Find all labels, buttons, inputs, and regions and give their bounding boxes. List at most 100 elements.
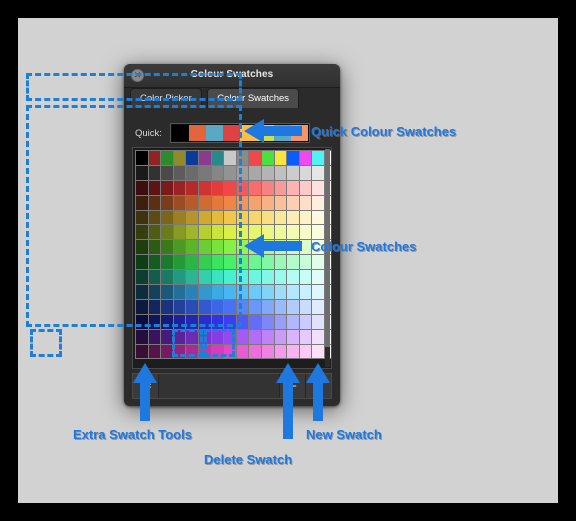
swatch-cell-11-7[interactable] bbox=[224, 314, 236, 329]
swatch-cell-0-4[interactable] bbox=[186, 151, 198, 165]
swatch-cell-6-4[interactable] bbox=[186, 240, 198, 255]
swatch-cell-10-0[interactable] bbox=[136, 299, 148, 314]
swatch-cell-5-3[interactable] bbox=[173, 225, 186, 240]
swatch-cell-12-10[interactable] bbox=[261, 329, 274, 344]
quick-swatch-0[interactable] bbox=[172, 125, 189, 141]
swatch-cell-7-6[interactable] bbox=[211, 255, 224, 270]
swatch-cell-9-14[interactable] bbox=[312, 285, 324, 299]
swatch-cell-9-1[interactable] bbox=[148, 285, 161, 299]
swatch-cell-10-4[interactable] bbox=[186, 299, 198, 314]
swatch-cell-9-13[interactable] bbox=[299, 285, 312, 299]
swatch-cell-13-2[interactable] bbox=[161, 344, 173, 359]
swatch-cell-1-9[interactable] bbox=[249, 165, 261, 180]
swatch-cell-9-2[interactable] bbox=[161, 285, 173, 299]
swatch-cell-12-4[interactable] bbox=[186, 329, 198, 344]
swatch-cell-9-12[interactable] bbox=[287, 285, 299, 299]
swatch-cell-11-14[interactable] bbox=[312, 314, 324, 329]
swatch-cell-7-1[interactable] bbox=[148, 255, 161, 270]
swatch-cell-13-13[interactable] bbox=[299, 344, 312, 359]
swatch-cell-8-10[interactable] bbox=[261, 270, 274, 285]
swatch-cell-11-13[interactable] bbox=[299, 314, 312, 329]
swatch-cell-1-5[interactable] bbox=[198, 165, 211, 180]
swatch-cell-10-14[interactable] bbox=[312, 299, 324, 314]
swatch-cell-4-9[interactable] bbox=[249, 210, 261, 225]
swatch-cell-8-14[interactable] bbox=[312, 270, 324, 285]
swatch-cell-9-3[interactable] bbox=[173, 285, 186, 299]
swatch-cell-12-7[interactable] bbox=[224, 329, 236, 344]
swatch-cell-1-13[interactable] bbox=[299, 165, 312, 180]
swatch-cell-9-5[interactable] bbox=[198, 285, 211, 299]
swatch-cell-12-2[interactable] bbox=[161, 329, 173, 344]
swatch-cell-2-3[interactable] bbox=[173, 180, 186, 195]
quick-swatch-2[interactable] bbox=[206, 125, 223, 141]
quick-swatch-3[interactable] bbox=[223, 125, 240, 141]
swatch-cell-3-11[interactable] bbox=[274, 195, 287, 210]
swatch-cell-0-1[interactable] bbox=[148, 151, 161, 165]
swatch-cell-13-12[interactable] bbox=[287, 344, 299, 359]
swatch-cell-10-5[interactable] bbox=[198, 299, 211, 314]
swatch-cell-2-1[interactable] bbox=[148, 180, 161, 195]
quick-swatch-1[interactable] bbox=[189, 125, 206, 141]
swatch-cell-12-5[interactable] bbox=[198, 329, 211, 344]
swatch-cell-10-13[interactable] bbox=[299, 299, 312, 314]
swatch-cell-8-1[interactable] bbox=[148, 270, 161, 285]
swatch-cell-2-7[interactable] bbox=[224, 180, 236, 195]
swatch-cell-4-5[interactable] bbox=[198, 210, 211, 225]
swatch-cell-8-2[interactable] bbox=[161, 270, 173, 285]
swatch-cell-7-4[interactable] bbox=[186, 255, 198, 270]
swatch-cell-4-10[interactable] bbox=[261, 210, 274, 225]
swatch-cell-2-8[interactable] bbox=[236, 180, 249, 195]
swatch-cell-6-2[interactable] bbox=[161, 240, 173, 255]
swatch-cell-8-13[interactable] bbox=[299, 270, 312, 285]
swatch-cell-4-1[interactable] bbox=[148, 210, 161, 225]
swatch-cell-12-0[interactable] bbox=[136, 329, 148, 344]
swatch-cell-13-14[interactable] bbox=[312, 344, 324, 359]
swatch-cell-4-14[interactable] bbox=[312, 210, 324, 225]
swatch-cell-7-5[interactable] bbox=[198, 255, 211, 270]
swatch-cell-11-1[interactable] bbox=[148, 314, 161, 329]
swatch-cell-8-0[interactable] bbox=[136, 270, 148, 285]
swatch-cell-10-8[interactable] bbox=[236, 299, 249, 314]
swatch-cell-13-3[interactable] bbox=[173, 344, 186, 359]
swatch-cell-6-5[interactable] bbox=[198, 240, 211, 255]
swatch-cell-1-4[interactable] bbox=[186, 165, 198, 180]
swatch-cell-13-10[interactable] bbox=[261, 344, 274, 359]
swatch-cell-11-9[interactable] bbox=[249, 314, 261, 329]
swatch-cell-1-7[interactable] bbox=[224, 165, 236, 180]
swatch-cell-1-6[interactable] bbox=[211, 165, 224, 180]
swatch-cell-12-14[interactable] bbox=[312, 329, 324, 344]
swatch-cell-3-14[interactable] bbox=[312, 195, 324, 210]
swatch-cell-0-5[interactable] bbox=[198, 151, 211, 165]
swatch-cell-5-2[interactable] bbox=[161, 225, 173, 240]
swatch-cell-3-7[interactable] bbox=[224, 195, 236, 210]
swatch-cell-1-12[interactable] bbox=[287, 165, 299, 180]
swatch-cell-4-13[interactable] bbox=[299, 210, 312, 225]
swatch-cell-0-8[interactable] bbox=[236, 151, 249, 165]
swatch-cell-1-3[interactable] bbox=[173, 165, 186, 180]
swatch-cell-9-0[interactable] bbox=[136, 285, 148, 299]
swatch-cell-8-6[interactable] bbox=[211, 270, 224, 285]
swatch-cell-13-8[interactable] bbox=[236, 344, 249, 359]
swatch-cell-0-12[interactable] bbox=[287, 151, 299, 165]
swatch-cell-1-1[interactable] bbox=[148, 165, 161, 180]
swatch-cell-2-9[interactable] bbox=[249, 180, 261, 195]
swatch-cell-5-14[interactable] bbox=[312, 225, 324, 240]
swatch-cell-3-12[interactable] bbox=[287, 195, 299, 210]
swatch-cell-4-8[interactable] bbox=[236, 210, 249, 225]
swatch-cell-7-7[interactable] bbox=[224, 255, 236, 270]
swatch-cell-2-5[interactable] bbox=[198, 180, 211, 195]
swatch-cell-13-7[interactable] bbox=[224, 344, 236, 359]
swatch-cell-11-3[interactable] bbox=[173, 314, 186, 329]
swatch-cell-8-7[interactable] bbox=[224, 270, 236, 285]
swatch-cell-1-0[interactable] bbox=[136, 165, 148, 180]
swatch-cell-2-4[interactable] bbox=[186, 180, 198, 195]
swatch-cell-2-13[interactable] bbox=[299, 180, 312, 195]
swatch-cell-0-11[interactable] bbox=[274, 151, 287, 165]
swatch-cell-3-9[interactable] bbox=[249, 195, 261, 210]
swatch-cell-0-14[interactable] bbox=[312, 151, 324, 165]
swatch-cell-12-9[interactable] bbox=[249, 329, 261, 344]
swatch-cell-0-13[interactable] bbox=[299, 151, 312, 165]
swatch-cell-6-6[interactable] bbox=[211, 240, 224, 255]
swatch-cell-11-0[interactable] bbox=[136, 314, 148, 329]
swatch-cell-4-11[interactable] bbox=[274, 210, 287, 225]
